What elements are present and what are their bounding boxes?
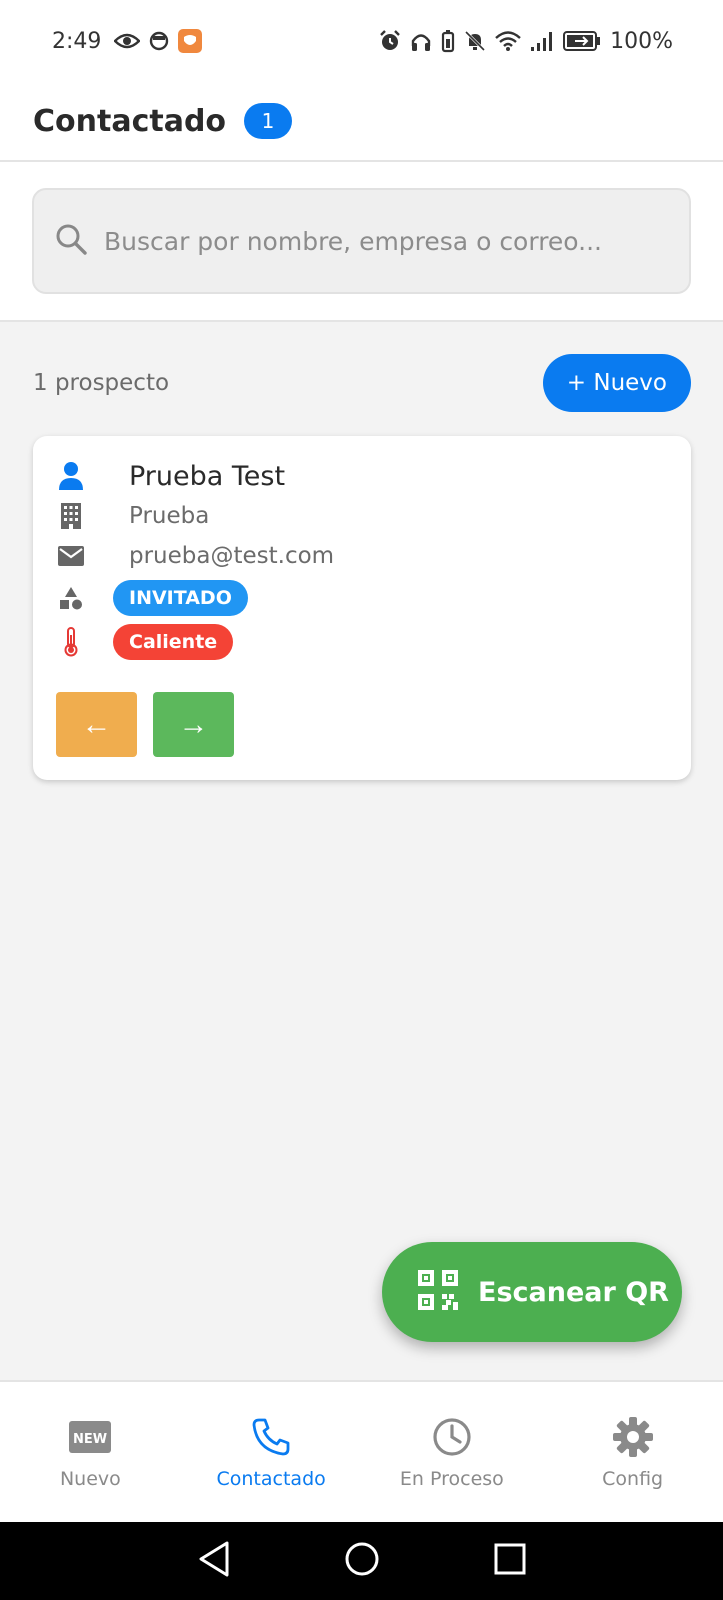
count-badge: 1 — [244, 103, 293, 139]
status-time: 2:49 — [52, 28, 102, 54]
scan-qr-button[interactable]: Escanear QR — [382, 1242, 682, 1342]
eye-icon — [114, 32, 141, 50]
clock-icon — [432, 1414, 472, 1460]
scan-qr-label: Escanear QR — [478, 1276, 669, 1308]
bottom-nav: NEW Nuevo Contactado En Proceso Config — [0, 1380, 723, 1522]
app-shield-icon — [178, 29, 203, 53]
nav-label-contactado: Contactado — [216, 1468, 326, 1490]
move-forward-button[interactable]: → — [153, 692, 234, 757]
page-header: Contactado 1 — [0, 82, 723, 162]
nav-label-en-proceso: En Proceso — [399, 1468, 504, 1490]
prospect-email: prueba@test.com — [129, 543, 335, 569]
prospect-company-row: Prueba — [55, 496, 209, 536]
alarm-icon — [379, 30, 401, 52]
search-box[interactable] — [32, 188, 691, 294]
phone-icon — [251, 1414, 291, 1460]
face-icon — [149, 31, 169, 51]
search-input[interactable] — [104, 190, 689, 292]
move-back-button[interactable]: ← — [56, 692, 137, 757]
back-triangle-icon[interactable] — [197, 1541, 231, 1581]
prospect-email-row: prueba@test.com — [55, 536, 334, 576]
wifi-icon — [495, 30, 521, 52]
prospect-name: Prueba Test — [129, 460, 286, 492]
prospect-name-row: Prueba Test — [55, 456, 285, 496]
person-icon — [55, 462, 87, 490]
new-badge-icon: NEW — [69, 1414, 112, 1460]
battery-percent: 100% — [610, 28, 673, 54]
status-badge: INVITADO — [113, 580, 248, 616]
new-prospect-button[interactable]: + Nuevo — [542, 354, 691, 412]
mail-icon — [55, 546, 87, 566]
page-title: Contactado — [33, 103, 227, 139]
nav-item-en-proceso[interactable]: En Proceso — [362, 1382, 543, 1522]
status-bar-right: 100% — [379, 29, 673, 54]
building-icon — [55, 502, 87, 530]
thermometer-icon — [55, 627, 87, 657]
signal-icon — [530, 30, 554, 52]
app-screen: 2:49 100% Contactado 1 Buscar por nombre… — [0, 0, 723, 1600]
nav-item-config[interactable]: Config — [542, 1382, 723, 1522]
nav-label-config: Config — [602, 1468, 664, 1490]
qr-code-icon — [418, 1270, 458, 1314]
nav-item-contactado[interactable]: Contactado — [181, 1382, 362, 1522]
battery-icon — [563, 31, 601, 51]
prospect-company: Prueba — [129, 503, 210, 529]
prospect-count: 1 prospecto — [33, 370, 170, 396]
prospect-card[interactable]: Prueba Test Prueba prueba@test.com INVIT… — [33, 436, 691, 780]
search-section — [0, 162, 723, 322]
prospect-temperature-row: Caliente — [55, 620, 234, 664]
recents-square-icon[interactable] — [494, 1543, 526, 1579]
prospect-status-row: INVITADO — [55, 576, 248, 620]
shapes-icon — [55, 586, 87, 610]
battery-saver-icon — [441, 29, 455, 53]
nav-label-nuevo: Nuevo — [59, 1468, 121, 1490]
search-icon — [54, 222, 88, 260]
bell-off-icon — [464, 30, 486, 52]
temperature-badge: Caliente — [113, 624, 234, 660]
gear-icon — [612, 1414, 654, 1460]
status-bar-left: 2:49 — [52, 28, 203, 54]
svg-text:NEW: NEW — [73, 1432, 107, 1447]
status-bar: 2:49 100% — [0, 0, 723, 82]
list-header: 1 prospecto + Nuevo — [33, 354, 691, 412]
home-circle-icon[interactable] — [344, 1541, 380, 1581]
headphones-icon — [410, 30, 432, 52]
nav-item-nuevo[interactable]: NEW Nuevo — [0, 1382, 181, 1522]
system-nav-bar — [0, 1522, 723, 1600]
